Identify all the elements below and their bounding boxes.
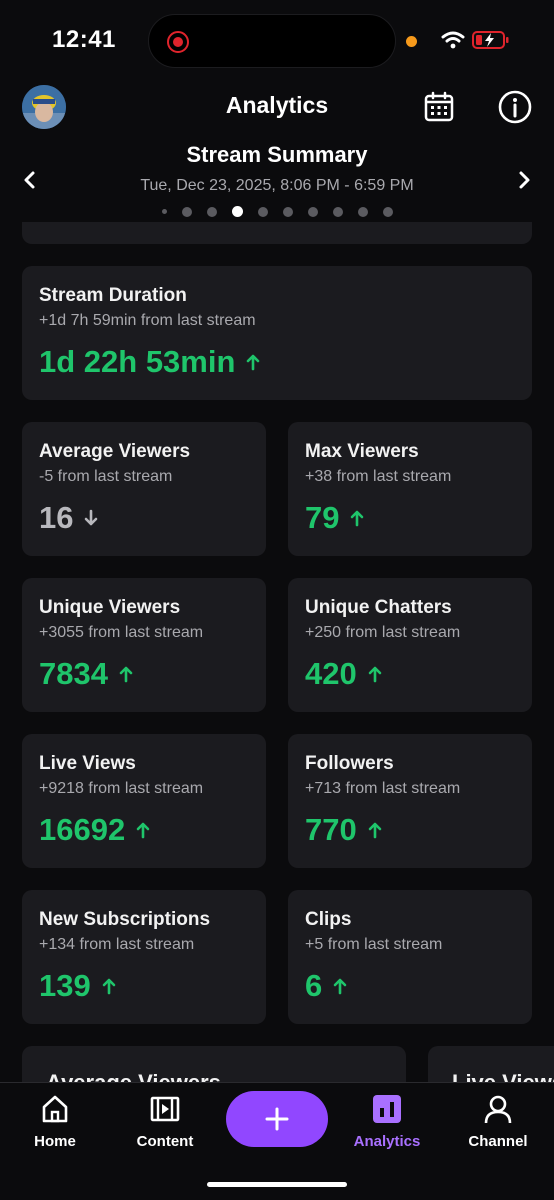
tab-home[interactable]: Home	[5, 1093, 105, 1150]
card-value: 420	[305, 656, 383, 692]
summary-title: Stream Summary	[186, 142, 368, 167]
card-label: Average Viewers	[39, 441, 191, 462]
clips-card[interactable]: Clips +5 from last stream 6	[288, 890, 532, 1024]
card-change: +250 from last stream	[305, 624, 461, 641]
arrow-up-icon	[351, 510, 364, 527]
stream-duration-card[interactable]: Stream Duration +1d 7h 59min from last s…	[22, 266, 532, 400]
dynamic-island	[148, 14, 396, 68]
page-dot[interactable]	[181, 206, 192, 217]
page-title: Analytics	[225, 92, 329, 118]
card-change: +134 from last stream	[39, 936, 195, 953]
tab-channel[interactable]: Channel	[448, 1093, 548, 1150]
person-icon	[484, 1095, 512, 1124]
battery-charging-icon	[472, 31, 509, 49]
card-label: Max Viewers	[305, 441, 419, 462]
live-views-chart-card[interactable]: Live Views	[428, 1046, 554, 1086]
page-dot[interactable]	[307, 206, 318, 217]
card-value: 139	[39, 968, 117, 1004]
arrow-up-icon	[247, 354, 260, 371]
card-label: Unique Chatters	[305, 597, 452, 618]
page-dot[interactable]	[282, 206, 293, 217]
arrow-up-icon	[119, 666, 133, 683]
arrow-up-icon	[368, 666, 382, 683]
home-indicator	[207, 1182, 347, 1187]
max-viewers-card[interactable]: Max Viewers +38 from last stream 79	[288, 422, 532, 556]
card-change: +3055 from last stream	[39, 624, 204, 641]
tab-label: Content	[136, 1133, 194, 1150]
bar-chart-icon	[373, 1095, 401, 1123]
home-icon	[42, 1095, 68, 1123]
page-dot[interactable]	[382, 206, 393, 217]
card-label: Live Views	[39, 753, 136, 774]
card-label: Clips	[305, 909, 352, 930]
card-change: +38 from last stream	[305, 468, 452, 485]
tab-label: Home	[34, 1133, 76, 1150]
arrow-down-icon	[85, 509, 98, 526]
card-change: +5 from last stream	[305, 936, 443, 953]
card-value: 770	[305, 812, 383, 848]
live-views-card[interactable]: Live Views +9218 from last stream 16692	[22, 734, 266, 868]
tab-analytics[interactable]: Analytics	[337, 1093, 437, 1150]
new-subscriptions-card[interactable]: New Subscriptions +134 from last stream …	[22, 890, 266, 1024]
page-dot[interactable]	[161, 209, 167, 214]
wifi-icon	[441, 31, 465, 49]
card-value: 1d 22h 53min	[39, 344, 261, 380]
arrow-up-icon	[102, 978, 116, 995]
card-value: 6	[305, 968, 348, 1004]
plus-icon	[265, 1107, 289, 1131]
summary-date-range: Tue, Dec 23, 2025, 8:06 PM - 6:59 PM	[140, 177, 414, 194]
tab-content[interactable]: Content	[115, 1093, 215, 1150]
card-change: +713 from last stream	[305, 780, 461, 797]
tab-label: Channel	[468, 1133, 528, 1150]
mic-indicator-icon	[406, 36, 417, 47]
page-dot[interactable]	[332, 206, 343, 217]
info-icon[interactable]	[497, 89, 533, 125]
unique-viewers-card[interactable]: Unique Viewers +3055 from last stream 78…	[22, 578, 266, 712]
card-change: +9218 from last stream	[39, 780, 204, 797]
arrow-up-icon	[368, 822, 382, 839]
card-value: 16692	[39, 812, 151, 848]
page-dot[interactable]	[257, 206, 268, 217]
average-viewers-chart-card[interactable]: Average Viewers	[22, 1046, 406, 1086]
chevron-left-icon[interactable]	[18, 168, 42, 192]
page-dot-active[interactable]	[231, 206, 243, 217]
page-dot[interactable]	[206, 206, 217, 217]
arrow-up-icon	[136, 822, 150, 839]
followers-card[interactable]: Followers +713 from last stream 770	[288, 734, 532, 868]
recording-icon	[167, 31, 189, 53]
tab-label: Analytics	[353, 1133, 421, 1150]
card-value: 7834	[39, 656, 134, 692]
average-viewers-card[interactable]: Average Viewers -5 from last stream 16	[22, 422, 266, 556]
page-dot[interactable]	[357, 206, 368, 217]
unique-chatters-card[interactable]: Unique Chatters +250 from last stream 42…	[288, 578, 532, 712]
create-button[interactable]	[226, 1091, 328, 1147]
film-icon	[150, 1096, 180, 1122]
card-value: 16	[39, 500, 99, 536]
card-label: Followers	[305, 753, 394, 774]
card-label: New Subscriptions	[39, 909, 211, 930]
status-bar: 12:41	[0, 0, 554, 80]
arrow-up-icon	[333, 978, 347, 995]
card-change: +1d 7h 59min from last stream	[39, 312, 256, 329]
page-indicator[interactable]	[0, 206, 554, 217]
card-change: -5 from last stream	[39, 468, 173, 485]
status-time: 12:41	[52, 26, 116, 53]
card-label: Unique Viewers	[39, 597, 181, 618]
card-label: Stream Duration	[39, 285, 187, 306]
chevron-right-icon[interactable]	[512, 168, 536, 192]
card-value: 79	[305, 500, 365, 536]
previous-card-edge	[22, 222, 532, 244]
calendar-icon[interactable]	[422, 90, 456, 124]
